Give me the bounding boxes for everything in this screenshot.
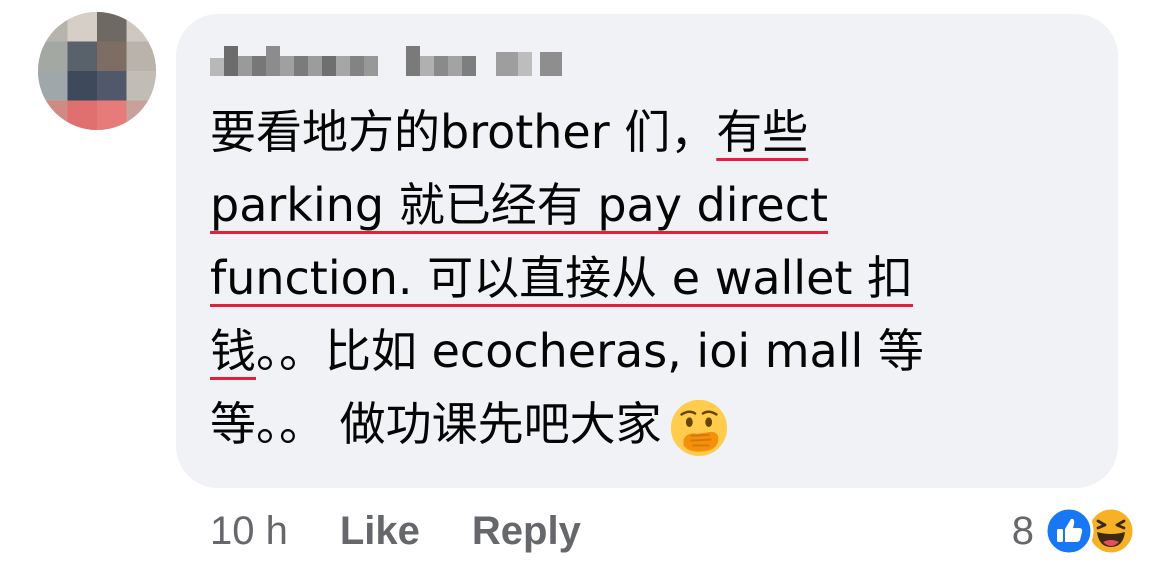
thumbs-up-icon <box>1044 506 1094 556</box>
underlined-text: function. 可以直接从 e wallet 扣 <box>210 251 914 305</box>
avatar[interactable] <box>38 12 156 130</box>
timestamp[interactable]: 10 h <box>210 509 288 554</box>
reactions-summary[interactable]: 8 <box>1012 500 1136 562</box>
author-name-pixelated[interactable] <box>210 46 578 86</box>
comment-actions: 10 h Like Reply <box>210 505 633 557</box>
like-button[interactable]: Like <box>340 509 420 554</box>
comment-line-3: function. 可以直接从 e wallet 扣 <box>210 242 1090 315</box>
comment-text: 要看地方的brother 们，有些 parking 就已经有 pay direc… <box>210 96 1090 461</box>
comment-line-5: 等。。 做功课先吧大家 <box>210 388 1090 461</box>
underlined-text: 钱 <box>210 324 256 378</box>
comment-line-4: 钱。。比如 ecocheras, ioi mall 等 <box>210 324 924 378</box>
reply-button[interactable]: Reply <box>472 509 581 554</box>
comment-line-1: 要看地方的brother 们，有些 <box>210 105 809 159</box>
comment-line-2: parking 就已经有 pay direct <box>210 169 1090 242</box>
underlined-text: parking 就已经有 pay direct <box>210 178 829 232</box>
underlined-text: 有些 <box>716 105 809 159</box>
face-with-hand-over-mouth-icon <box>668 397 730 459</box>
reaction-count: 8 <box>1011 508 1034 553</box>
